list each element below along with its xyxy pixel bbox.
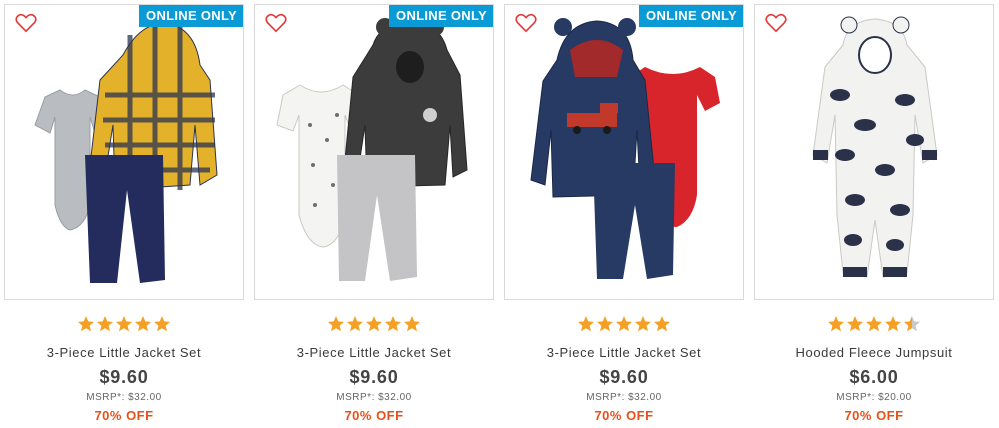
discount-label: 70% OFF	[344, 408, 404, 423]
star-icon	[347, 316, 363, 332]
product-name[interactable]: Hooded Fleece Jumpsuit	[754, 345, 994, 360]
online-only-badge: ONLINE ONLY	[639, 5, 743, 27]
product-grid: ONLINE ONLY 3-Piece Little Jacket Set $9…	[0, 0, 999, 428]
product-image[interactable]	[505, 5, 743, 299]
product-image[interactable]	[755, 5, 993, 299]
discount-label: 70% OFF	[844, 408, 904, 423]
product-image-frame[interactable]: ONLINE ONLY	[254, 4, 494, 300]
online-only-badge: ONLINE ONLY	[139, 5, 243, 27]
star-icon	[616, 316, 632, 332]
product-image-frame[interactable]	[754, 4, 994, 300]
product-name[interactable]: 3-Piece Little Jacket Set	[4, 345, 244, 360]
product-image-frame[interactable]: ONLINE ONLY	[504, 4, 744, 300]
product-msrp: MSRP*: $20.00	[836, 392, 912, 403]
heart-outline-icon[interactable]	[15, 13, 37, 33]
product-price: $6.00	[849, 367, 899, 387]
product-card[interactable]: ONLINE ONLY 3-Piece Little Jacket Set $9…	[504, 4, 744, 423]
star-icon	[866, 316, 882, 332]
star-icon	[116, 316, 132, 332]
star-icon	[135, 316, 151, 332]
product-msrp: MSRP*: $32.00	[336, 392, 412, 403]
star-icon	[97, 316, 113, 332]
heart-outline-icon[interactable]	[515, 13, 537, 33]
online-only-badge: ONLINE ONLY	[389, 5, 493, 27]
product-msrp: MSRP*: $32.00	[586, 392, 662, 403]
product-price: $9.60	[349, 367, 399, 387]
star-icon	[904, 316, 920, 332]
star-icon	[78, 316, 94, 332]
product-card[interactable]: ONLINE ONLY 3-Piece Little Jacket Set $9…	[254, 4, 494, 423]
product-card[interactable]: Hooded Fleece Jumpsuit $6.00 MSRP*: $20.…	[754, 4, 994, 423]
product-name[interactable]: 3-Piece Little Jacket Set	[254, 345, 494, 360]
product-price: $9.60	[99, 367, 149, 387]
star-icon	[654, 316, 670, 332]
rating-stars	[4, 315, 244, 333]
rating-stars	[254, 315, 494, 333]
star-icon	[597, 316, 613, 332]
star-icon	[635, 316, 651, 332]
star-icon	[366, 316, 382, 332]
star-icon	[385, 316, 401, 332]
discount-label: 70% OFF	[94, 408, 154, 423]
heart-outline-icon[interactable]	[765, 13, 787, 33]
star-icon	[328, 316, 344, 332]
product-price: $9.60	[599, 367, 649, 387]
product-card[interactable]: ONLINE ONLY 3-Piece Little Jacket Set $9…	[4, 4, 244, 423]
star-icon	[847, 316, 863, 332]
rating-stars	[504, 315, 744, 333]
product-image-frame[interactable]: ONLINE ONLY	[4, 4, 244, 300]
star-icon	[828, 316, 844, 332]
heart-outline-icon[interactable]	[265, 13, 287, 33]
product-msrp: MSRP*: $32.00	[86, 392, 162, 403]
star-icon	[154, 316, 170, 332]
star-icon	[578, 316, 594, 332]
star-icon	[885, 316, 901, 332]
product-image[interactable]	[255, 5, 493, 299]
product-name[interactable]: 3-Piece Little Jacket Set	[504, 345, 744, 360]
product-image[interactable]	[5, 5, 243, 299]
discount-label: 70% OFF	[594, 408, 654, 423]
rating-stars	[754, 315, 994, 333]
star-icon	[404, 316, 420, 332]
